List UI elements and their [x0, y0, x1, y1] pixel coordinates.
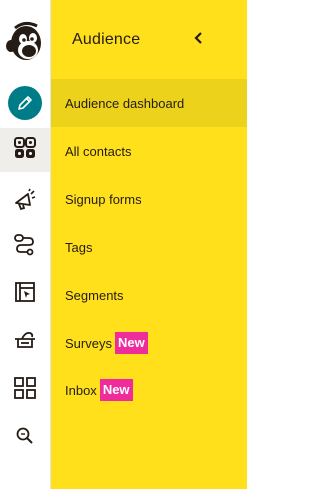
search-icon: [15, 426, 35, 451]
nav-item-label: Segments: [65, 287, 124, 303]
nav-item-surveys[interactable]: Surveys New: [51, 319, 247, 367]
audience-nav-icon-button[interactable]: [0, 128, 50, 172]
nav-item-tags[interactable]: Tags: [51, 223, 247, 271]
create-button[interactable]: [0, 81, 50, 125]
search-nav-icon-button[interactable]: [0, 416, 50, 460]
nav-item-segments[interactable]: Segments: [51, 271, 247, 319]
automations-nav-icon-button[interactable]: [0, 224, 50, 268]
nav-item-label: Inbox: [65, 382, 97, 398]
grid-icon: [14, 376, 36, 404]
nav-item-label: All contacts: [65, 143, 132, 159]
collapse-panel-button[interactable]: [189, 30, 207, 50]
nav-item-audience-dashboard[interactable]: Audience dashboard: [51, 79, 247, 127]
website-icon: [13, 280, 37, 309]
audience-icon: [13, 136, 37, 165]
content-studio-icon: [13, 328, 37, 357]
mailchimp-logo[interactable]: [3, 20, 45, 66]
content-nav-icon-button[interactable]: [0, 320, 50, 364]
nav-item-inbox[interactable]: Inbox New: [51, 366, 247, 414]
nav-item-label: Audience dashboard: [65, 95, 185, 111]
nav-item-all-contacts[interactable]: All contacts: [51, 127, 247, 175]
nav-item-label: Tags: [65, 239, 93, 255]
new-badge: New: [114, 332, 148, 354]
chevron-left-icon: [193, 31, 203, 50]
nav-item-label: Surveys: [65, 335, 112, 351]
audience-panel: Audience Audience dashboard All contacts…: [51, 0, 247, 489]
megaphone-icon: [13, 188, 37, 217]
integrations-nav-icon-button[interactable]: [0, 368, 50, 412]
website-nav-icon-button[interactable]: [0, 272, 50, 316]
panel-title: Audience: [72, 31, 141, 48]
nav-item-label: Signup forms: [65, 191, 142, 207]
nav-item-signup-forms[interactable]: Signup forms: [51, 175, 247, 223]
icon-rail: [0, 0, 51, 489]
panel-header: Audience: [51, 0, 247, 80]
new-badge: New: [99, 379, 133, 401]
campaigns-nav-icon-button[interactable]: [0, 180, 50, 224]
automation-flow-icon: [13, 232, 37, 261]
pencil-icon: [8, 86, 42, 120]
